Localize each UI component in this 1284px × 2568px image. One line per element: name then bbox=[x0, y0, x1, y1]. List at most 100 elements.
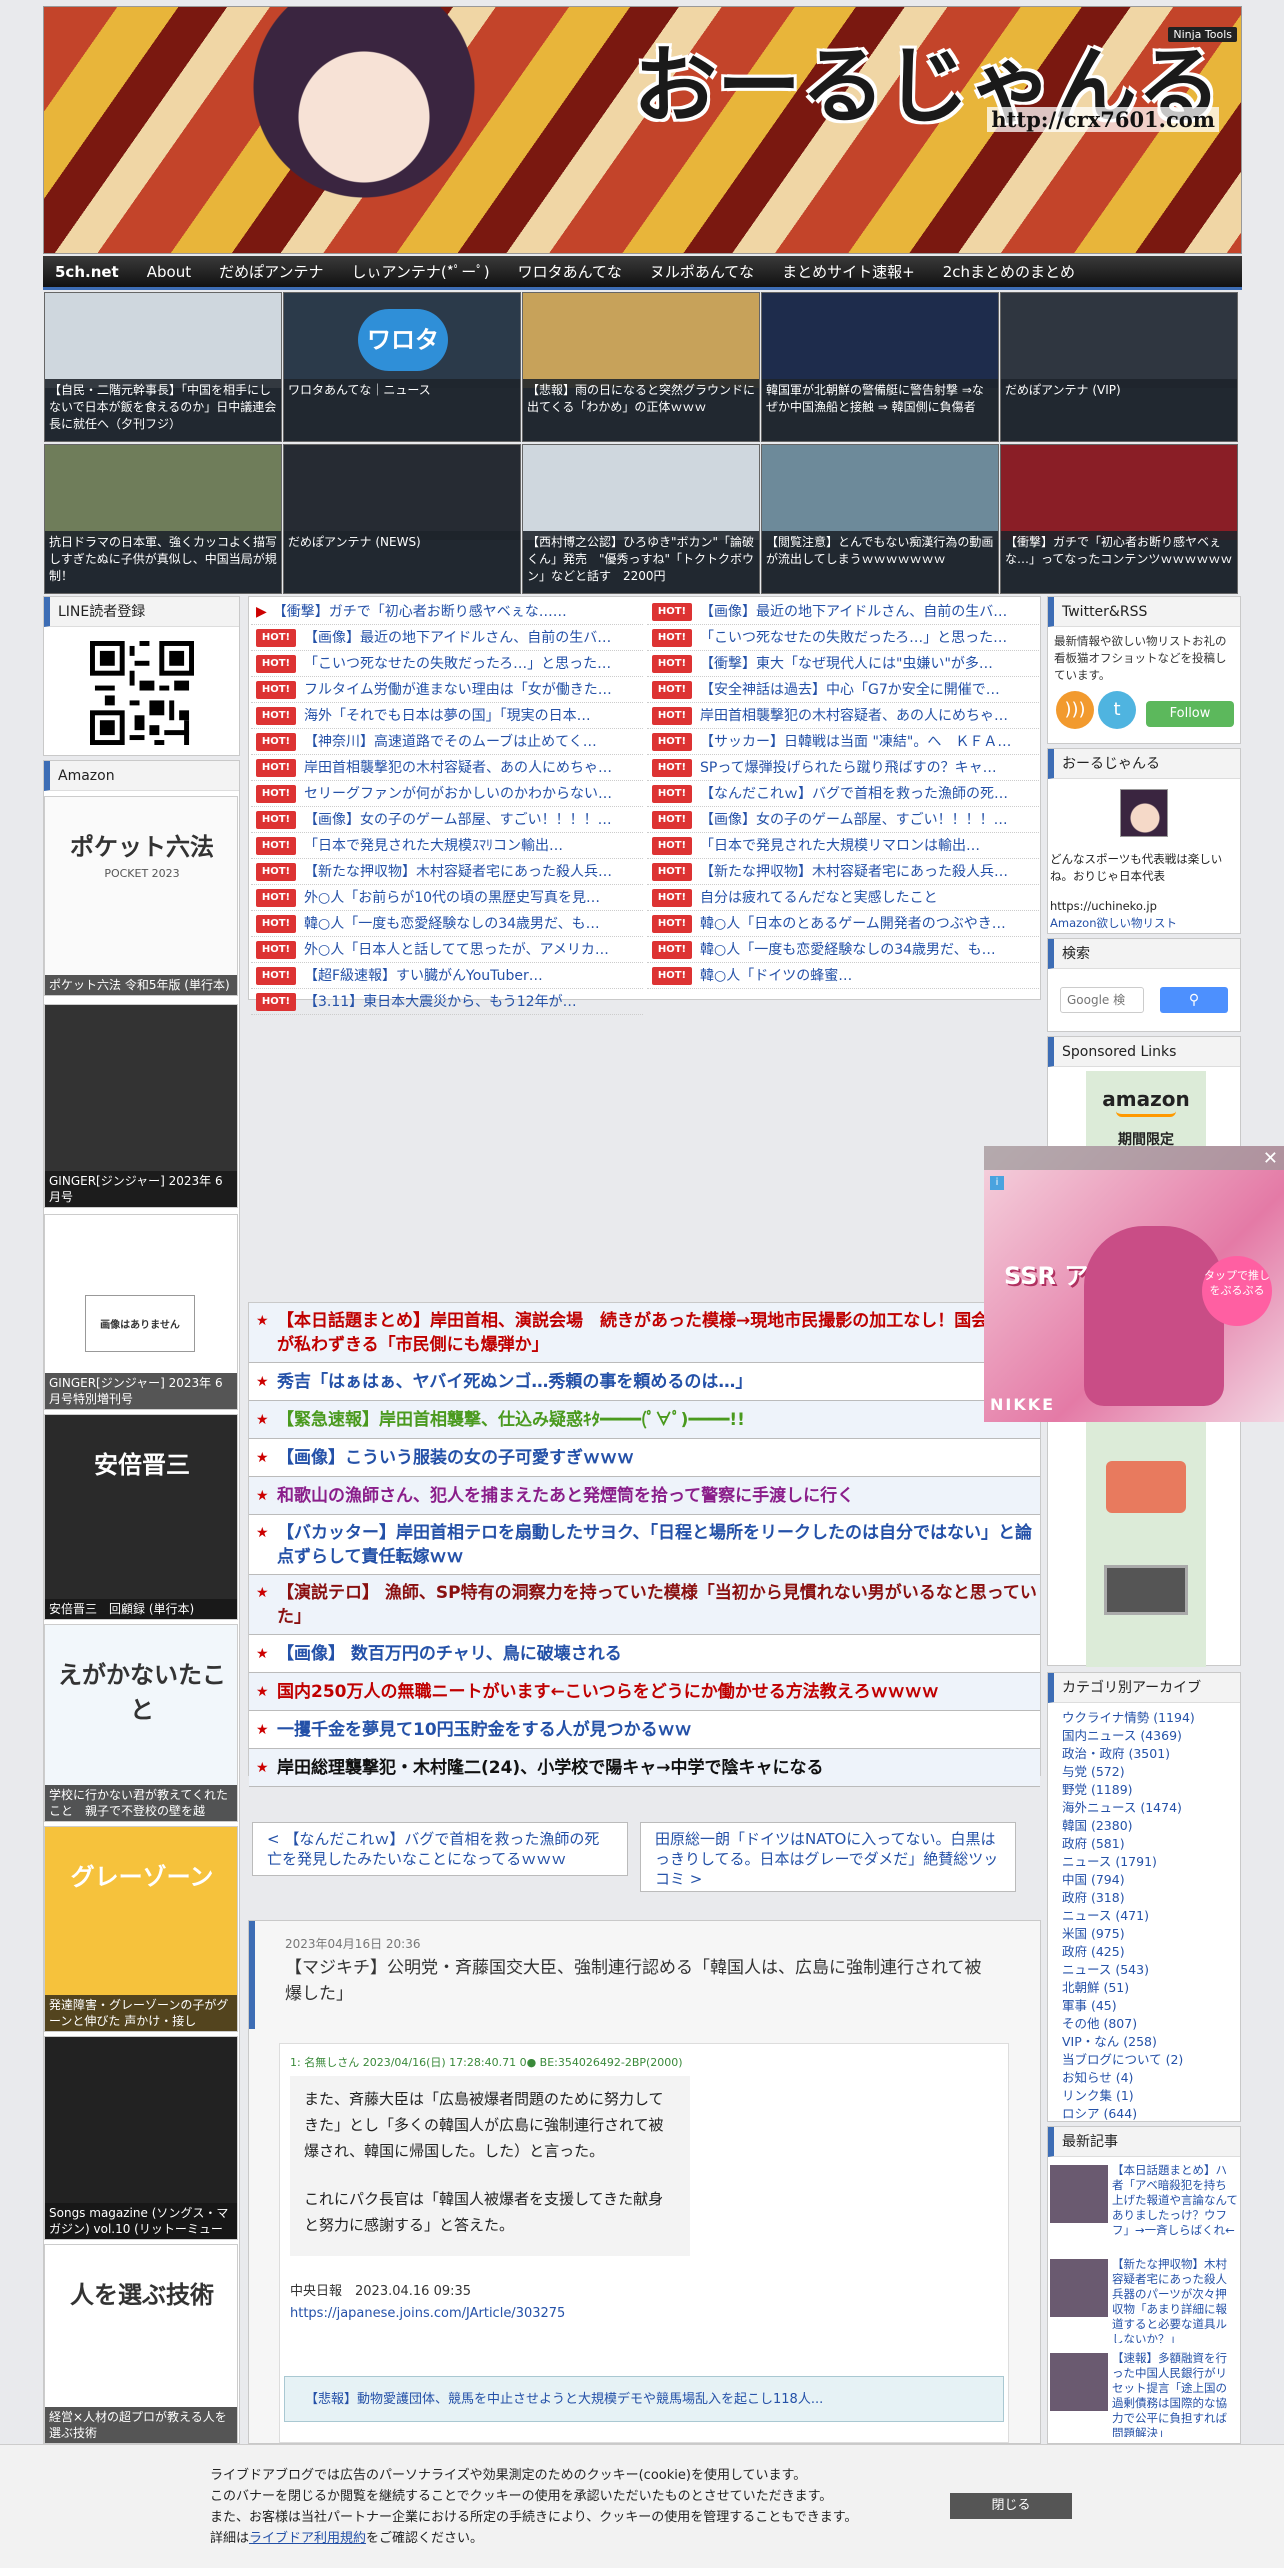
rss-item[interactable]: HOT! 「日本で発見された大規模ｽﾏﾘコン輸出… bbox=[251, 833, 643, 859]
close-icon[interactable]: ✕ bbox=[1263, 1148, 1278, 1169]
category-link[interactable]: 米国 (975) bbox=[1048, 1925, 1240, 1943]
thumb-card[interactable]: ワロタあんてな｜ニュース ワロタ bbox=[283, 292, 521, 442]
thumb-card[interactable]: 【自民・二階元幹事長】「中国を相手にしないで日本が飯を食えるのか」日中議連会長に… bbox=[44, 292, 282, 442]
about-url[interactable]: https://uchineko.jp bbox=[1050, 899, 1157, 913]
category-link[interactable]: 当ブログについて (2) bbox=[1048, 2051, 1240, 2069]
related-article-1[interactable]: 【悲報】動物愛護団体、競馬を中止させようと大規模デモや競馬場乱入を起こし118人… bbox=[284, 2376, 1004, 2422]
pickup-item[interactable]: 岸田総理襲撃犯・木村隆二(24)、小学校で陽キャ→中学で陰キャになる bbox=[249, 1749, 1040, 1787]
category-link[interactable]: 北朝鮮 (51) bbox=[1048, 1979, 1240, 1997]
category-link[interactable]: お知らせ (4) bbox=[1048, 2069, 1240, 2087]
search-button[interactable]: ⚲ bbox=[1160, 987, 1228, 1013]
thumb-card[interactable]: 抗日ドラマの日本軍、強くカッコよく描写しすぎたぬに子供が真似し、中国当局が規制！ bbox=[44, 444, 282, 594]
recent-article[interactable]: 【本日話題まとめ】ハ者「アベ暗殺犯を持ち上げた報道や言論なんてありましたっけ？ウ… bbox=[1048, 2157, 1240, 2251]
category-link[interactable]: 韓国 (2380) bbox=[1048, 1817, 1240, 1835]
nav-item-5ch[interactable]: 5ch.net bbox=[55, 263, 119, 281]
category-link[interactable]: ロシア (644) bbox=[1048, 2105, 1240, 2123]
category-link[interactable]: 政府 (425) bbox=[1048, 1943, 1240, 1961]
amazon-product[interactable]: 画像はありません GINGER[ジンジャー] 2023年 6月号特別増刊号 bbox=[44, 1214, 238, 1410]
nav-item-nullpo[interactable]: ヌルポあんてな bbox=[650, 261, 754, 282]
pickup-item[interactable]: 【バカッター】岸田首相テロを扇動したサヨク、「日程と場所をリークしたのは自分では… bbox=[249, 1515, 1040, 1575]
pickup-item[interactable]: 【画像】こういう服装の女の子可愛すぎｗｗｗ bbox=[249, 1439, 1040, 1477]
rss-item[interactable]: HOT! 海外「それでも日本は夢の国」「現実の日本… bbox=[251, 703, 643, 729]
category-link[interactable]: 野党 (1189) bbox=[1048, 1781, 1240, 1799]
amazon-product[interactable]: GINGER[ジンジャー] 2023年 6月号 bbox=[44, 1004, 238, 1208]
rss-item[interactable]: HOT! 【超F級速報】すい臓がんYouTuber… bbox=[251, 963, 643, 989]
rss-item[interactable]: HOT! 【なんだこれｗ】バグで首相を救った漁師の死… bbox=[647, 781, 1039, 807]
rss-item[interactable]: HOT! 【画像】最近の地下アイドルさん、自前の生バ… bbox=[251, 625, 643, 651]
rss-item[interactable]: HOT! 「こいつ死なせたの失敗だったろ…」と思った… bbox=[251, 651, 643, 677]
line-qr-code[interactable] bbox=[90, 641, 194, 745]
nav-item-warota[interactable]: ワロタあんてな bbox=[518, 261, 622, 282]
rss-item[interactable]: HOT! 【画像】最近の地下アイドルさん、自前の生バ… bbox=[647, 599, 1039, 625]
rss-item[interactable]: HOT! 岸田首相襲撃犯の木村容疑者、あの人にめちゃ… bbox=[647, 703, 1039, 729]
amazon-product[interactable]: グレーゾーン 発達障害・グレーゾーンの子がグーンと伸びた 声かけ・接し bbox=[44, 1826, 238, 2032]
prev-article-link[interactable]: < 【なんだこれｗ】バグで首相を救った漁師の死亡を発見したみたいなことになってる… bbox=[252, 1822, 628, 1876]
rss-item[interactable]: HOT! 【サッカー】日韓戦は当面 "凍結"。へ ＫＦＡ… bbox=[647, 729, 1039, 755]
thumb-card[interactable]: 韓国軍が北朝鮮の警備艇に警告射撃 ⇒なぜか中国漁船と接触 ⇒ 韓国側に負傷者 bbox=[761, 292, 999, 442]
nav-item-shii[interactable]: しぃアンテナ(*ﾟーﾟ) bbox=[352, 261, 490, 282]
amazon-product[interactable]: えがかないたこと 学校に行かない君が教えてくれたこと 親子で不登校の壁を越 bbox=[44, 1624, 238, 1822]
rss-item[interactable]: HOT! 韓○人「一度も恋愛経験なしの34歳男だ、も… bbox=[647, 937, 1039, 963]
rss-item[interactable]: HOT! 韓○人「日本のとあるゲーム開発者のつぶやき… bbox=[647, 911, 1039, 937]
rss-icon[interactable]: ))) bbox=[1056, 691, 1094, 729]
category-link[interactable]: その他 (807) bbox=[1048, 2015, 1240, 2033]
rss-item[interactable]: HOT! 【神奈川】高速道路でそのムーブは止めてく… bbox=[251, 729, 643, 755]
category-link[interactable]: ニュース (1791) bbox=[1048, 1853, 1240, 1871]
twitter-icon[interactable]: t bbox=[1098, 691, 1136, 729]
terms-link[interactable]: ライブドア利用規約 bbox=[249, 2531, 366, 2546]
category-link[interactable]: 与党 (572) bbox=[1048, 1763, 1240, 1781]
rss-item[interactable]: HOT! 韓○人「一度も恋愛経験なしの34歳男だ、も… bbox=[251, 911, 643, 937]
pickup-item[interactable]: 【演説テロ】 漁師、SP特有の洞察力を持っていた模様「当初から見慣れない男がいる… bbox=[249, 1575, 1040, 1635]
nav-item-matome-plus[interactable]: まとめサイト速報+ bbox=[782, 261, 915, 282]
ad-info-icon[interactable]: i bbox=[990, 1176, 1004, 1190]
category-link[interactable]: 中国 (794) bbox=[1048, 1871, 1240, 1889]
rss-item[interactable]: HOT! セリーグファンが何がおかしいのかわからない… bbox=[251, 781, 643, 807]
pickup-item[interactable]: 【本日話題まとめ】岸田首相、演説会場 続きがあった模様→現地市民撮影の加工なし！… bbox=[249, 1303, 1040, 1363]
category-link[interactable]: 政府 (581) bbox=[1048, 1835, 1240, 1853]
amazon-product[interactable]: Songs magazine (ソングス・マガジン) vol.10 (リットーミ… bbox=[44, 2036, 238, 2240]
amazon-product[interactable]: 人を選ぶ技術 経営×人材の超プロが教える人を選ぶ技術 bbox=[44, 2244, 238, 2444]
rss-item[interactable]: HOT! 自分は疲れてるんだなと実感したこと bbox=[647, 885, 1039, 911]
thumb-card[interactable]: 【西村博之公認】ひろゆき"ボカン"「論破くん」発売 "優秀っすね"「トクトクボウ… bbox=[522, 444, 760, 594]
rss-item[interactable]: HOT! 外○人「日本人と話してて思ったが、アメリカ… bbox=[251, 937, 643, 963]
thumb-card[interactable]: だめぽアンテナ (NEWS) bbox=[283, 444, 521, 594]
wishlist-link[interactable]: Amazon欲しい物リスト bbox=[1050, 915, 1177, 931]
next-article-link[interactable]: 田原総一朗「ドイツはNATOに入ってない。白黒はっきりしてる。日本はグレーでダメ… bbox=[640, 1822, 1016, 1892]
search-input[interactable] bbox=[1060, 987, 1144, 1013]
pickup-item[interactable]: 国内250万人の無職ニートがいます←こいつらをどうにか働かせる方法教えろｗｗｗｗ bbox=[249, 1673, 1040, 1711]
rss-item[interactable]: HOT! 外○人「お前らが10代の頃の黒歴史写真を見… bbox=[251, 885, 643, 911]
follow-button[interactable]: Follow bbox=[1146, 701, 1234, 727]
category-link[interactable]: リンク集 (1) bbox=[1048, 2087, 1240, 2105]
rss-item[interactable]: ▶ 【衝撃】ガチで「初心者お断り感ヤベぇな…… bbox=[251, 599, 643, 625]
recent-article[interactable]: 【速報】多額融資を行った中国人民銀行がリセット提言「途上国の過剰債務は国際的な協… bbox=[1048, 2345, 1240, 2439]
site-header-banner[interactable]: おーるじゃんる http://crx7601.com Ninja Tools bbox=[43, 6, 1242, 254]
nav-item-about[interactable]: About bbox=[147, 263, 191, 281]
amazon-product[interactable]: 安倍晋三 安倍晋三 回顧録 (単行本) bbox=[44, 1414, 238, 1620]
rss-item[interactable]: HOT! 「日本で発見された大規模リマロンは輸出… bbox=[647, 833, 1039, 859]
rss-item[interactable]: HOT! 【安全神話は過去】中心「G7か安全に開催で… bbox=[647, 677, 1039, 703]
recent-article[interactable]: 【新たな押収物】木村容疑者宅にあった殺人兵器のパーツが次々押収物「あまり詳細に報… bbox=[1048, 2251, 1240, 2345]
rss-item[interactable]: HOT! 「こいつ死なせたの失敗だったろ…」と思った… bbox=[647, 625, 1039, 651]
thumb-card[interactable]: 【衝撃】ガチで「初心者お断り感ヤベぇな…」ってなったコンテンツｗｗｗｗｗｗ bbox=[1000, 444, 1238, 594]
rss-item[interactable]: HOT! 【3.11】東日本大震災から、もう12年が… bbox=[251, 989, 643, 1015]
thumb-card[interactable]: だめぽアンテナ (VIP) bbox=[1000, 292, 1238, 442]
amazon-product[interactable]: ポケット六法 POCKET 2023 ポケット六法 令和5年版 (単行本) bbox=[44, 796, 238, 996]
pickup-item[interactable]: 一攫千金を夢見て10円玉貯金をする人が見つかるｗｗ bbox=[249, 1711, 1040, 1749]
rss-item[interactable]: HOT! 【新たな押収物】木村容疑者宅にあった殺人兵… bbox=[647, 859, 1039, 885]
category-link[interactable]: 政府 (318) bbox=[1048, 1889, 1240, 1907]
rss-item[interactable]: HOT! 【画像】女の子のゲーム部屋、すごい！！！！… bbox=[251, 807, 643, 833]
rss-item[interactable]: HOT! 岸田首相襲撃犯の木村容疑者、あの人にめちゃ… bbox=[251, 755, 643, 781]
article-link[interactable]: https://japanese.joins.com/JArticle/3032… bbox=[290, 2306, 565, 2321]
nav-item-damepo[interactable]: だめぽアンテナ bbox=[219, 261, 323, 282]
category-link[interactable]: 軍事 (45) bbox=[1048, 1997, 1240, 2015]
ad-cta[interactable]: タップで推しをぷるぷる bbox=[1202, 1256, 1272, 1326]
category-link[interactable]: ウクライナ情勢 (1194) bbox=[1048, 1709, 1240, 1727]
ninja-tools-badge[interactable]: Ninja Tools bbox=[1168, 27, 1237, 42]
category-link[interactable]: 政治・政府 (3501) bbox=[1048, 1745, 1240, 1763]
category-link[interactable]: ニュース (471) bbox=[1048, 1907, 1240, 1925]
rss-item[interactable]: HOT! 【衝撃】東大「なぜ現代人には"虫嫌い"が多… bbox=[647, 651, 1039, 677]
category-link[interactable]: 国内ニュース (4369) bbox=[1048, 1727, 1240, 1745]
pickup-item[interactable]: 【画像】 数百万円のチャリ、鳥に破壊される bbox=[249, 1635, 1040, 1673]
category-link[interactable]: ニュース (543) bbox=[1048, 1961, 1240, 1979]
rss-item[interactable]: HOT! フルタイム労働が進まない理由は「女が働きた… bbox=[251, 677, 643, 703]
